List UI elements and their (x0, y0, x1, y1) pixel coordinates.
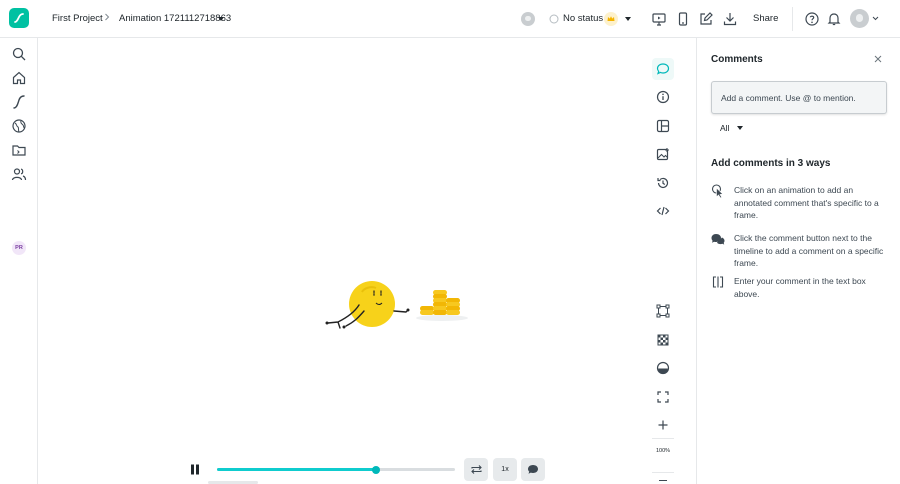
zoom-divider-bottom (652, 472, 674, 473)
comments-tool-button[interactable] (652, 58, 674, 80)
animation-preview (325, 281, 468, 329)
comment-filter[interactable]: All (720, 123, 729, 133)
user-avatar[interactable] (850, 9, 869, 28)
checkerboard-icon (657, 334, 669, 346)
top-bar: First Project Animation 1721112718863 No… (0, 0, 900, 38)
tip-text: Click the comment button next to the tim… (734, 233, 884, 268)
info-icon (656, 90, 670, 104)
zoom-level[interactable]: 100% (652, 448, 674, 454)
tip-text: Click on an animation to add an annotate… (734, 185, 879, 220)
status-dropdown-caret-icon[interactable] (625, 17, 631, 21)
download-icon[interactable] (722, 11, 738, 27)
history-icon (657, 177, 669, 189)
comment-input[interactable]: Add a comment. Use @ to mention. (711, 81, 887, 114)
zoom-divider (652, 438, 674, 439)
comment-bubble-icon (528, 465, 538, 474)
image-plus-icon (656, 148, 669, 161)
click-pointer-icon (711, 184, 724, 198)
background-color-button[interactable] (652, 357, 674, 379)
search-icon[interactable] (11, 46, 27, 62)
panel-title: Comments (711, 54, 763, 65)
comment-bubble-icon (711, 234, 725, 245)
status-circle-icon (549, 14, 559, 24)
chevron-right-icon (104, 13, 110, 23)
edit-icon[interactable] (698, 11, 714, 27)
pause-icon[interactable] (190, 464, 200, 475)
zoom-out-icon[interactable] (659, 480, 667, 482)
bounding-box-tool-button[interactable] (652, 300, 674, 322)
comment-icon (656, 63, 670, 75)
code-icon (656, 206, 670, 216)
animation-canvas[interactable]: 100% 1x (38, 38, 696, 484)
color-fill-icon (656, 361, 670, 375)
toolbar-divider (792, 7, 793, 31)
tip-text: Enter your comment in the text box above… (734, 276, 866, 299)
comments-panel: Comments Add a comment. Use @ to mention… (696, 38, 900, 484)
workspace-badge[interactable]: PR (12, 241, 26, 255)
folder-icon[interactable] (11, 142, 27, 158)
tips-heading: Add comments in 3 ways (711, 158, 831, 169)
logo-icon (14, 13, 24, 23)
layout-icon (656, 119, 670, 133)
crown-icon (604, 12, 618, 26)
text-box-icon (712, 276, 724, 288)
filter-caret-icon[interactable] (737, 126, 743, 130)
breadcrumb-project[interactable]: First Project (52, 13, 103, 24)
file-menu-caret-icon[interactable] (218, 17, 224, 21)
chevron-down-icon[interactable] (872, 16, 879, 21)
timeline-progress (217, 468, 377, 471)
history-tool-button[interactable] (652, 172, 674, 194)
timeline-thumb[interactable] (372, 465, 381, 474)
animation-path-icon[interactable] (11, 94, 27, 110)
left-sidebar: PR (0, 38, 38, 484)
team-icon[interactable] (11, 166, 27, 182)
transparent-background-button[interactable] (652, 329, 674, 351)
loop-button[interactable] (464, 458, 488, 481)
coin-stacks (416, 290, 468, 321)
lottiefiles-logo[interactable] (9, 8, 29, 28)
info-tool-button[interactable] (652, 86, 674, 108)
timeline-comment-button[interactable] (521, 458, 545, 481)
assignee-avatar[interactable] (521, 12, 535, 26)
bell-icon[interactable] (826, 11, 842, 27)
desktop-preview-icon[interactable] (651, 11, 667, 27)
help-icon[interactable] (804, 11, 820, 27)
embed-code-tool-button[interactable] (652, 200, 674, 222)
speed-button[interactable]: 1x (493, 458, 517, 481)
status-label[interactable]: No status (563, 13, 603, 24)
fullscreen-button[interactable] (652, 386, 674, 408)
mobile-preview-icon[interactable] (675, 11, 691, 27)
plus-icon (658, 420, 668, 430)
globe-icon[interactable] (11, 118, 27, 134)
breadcrumb-file[interactable]: Animation 1721112718863 (119, 13, 231, 24)
loop-icon (470, 465, 482, 474)
timeline-scrubber[interactable] (217, 465, 455, 474)
layers-tool-button[interactable] (652, 115, 674, 137)
share-button[interactable]: Share (753, 13, 778, 24)
close-icon[interactable] (873, 54, 883, 64)
bounding-box-icon (656, 304, 670, 318)
zoom-in-button[interactable] (652, 414, 674, 436)
home-icon[interactable] (11, 70, 27, 86)
fullscreen-icon (657, 391, 669, 403)
add-image-tool-button[interactable] (652, 143, 674, 165)
